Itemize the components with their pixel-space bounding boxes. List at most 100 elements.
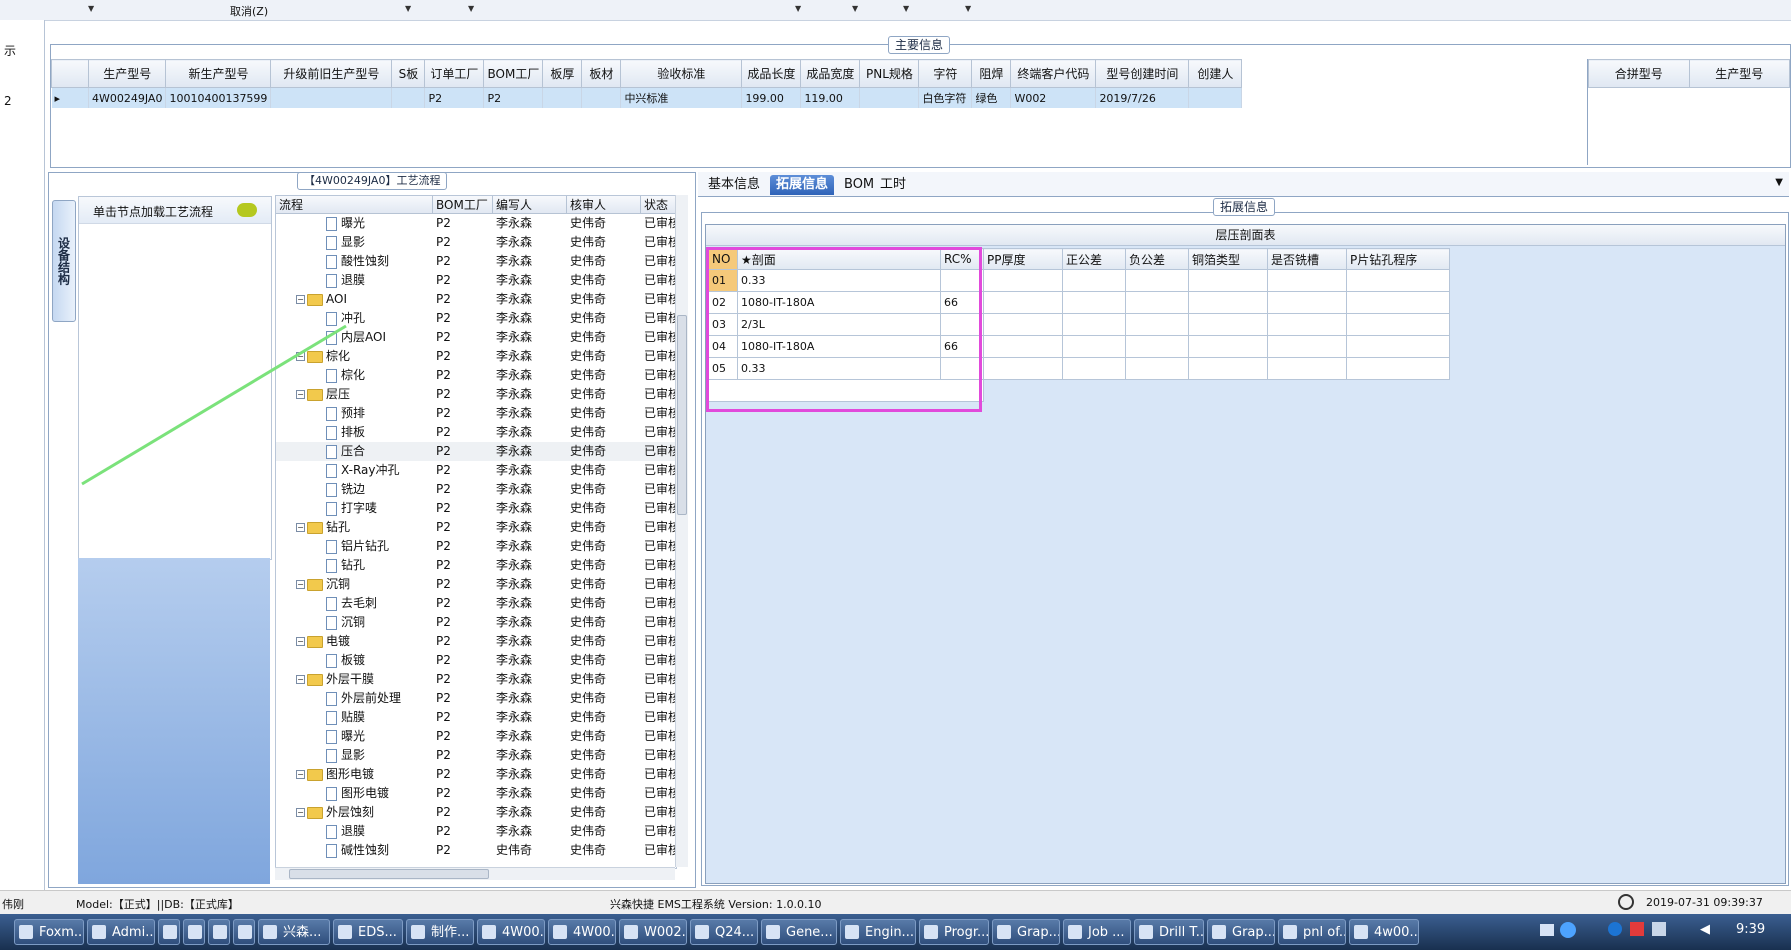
taskbar-item[interactable]: pnl of... xyxy=(1278,919,1346,945)
table-cell[interactable] xyxy=(1267,313,1347,336)
col-header[interactable]: 负公差 xyxy=(1125,248,1189,270)
table-cell[interactable] xyxy=(1267,269,1347,292)
taskbar-clock[interactable]: 9:39 xyxy=(1736,922,1765,937)
table-cell[interactable]: 1080-IT-180A xyxy=(737,291,941,314)
taskbar-item[interactable]: Grap... xyxy=(1207,919,1275,945)
taskbar-item[interactable]: 4w00... xyxy=(1349,919,1419,945)
table-cell[interactable] xyxy=(1346,313,1450,336)
tray-icon[interactable] xyxy=(1540,924,1554,936)
table-cell[interactable]: 66 xyxy=(940,291,984,314)
col-header[interactable]: ★剖面 xyxy=(737,248,941,270)
security-icon[interactable] xyxy=(1630,922,1644,936)
table-cell[interactable] xyxy=(1188,269,1268,292)
col-header[interactable]: P片钻孔程序 xyxy=(1346,248,1450,270)
table-cell[interactable]: 02 xyxy=(708,291,738,314)
taskbar-item[interactable]: Job ... xyxy=(1063,919,1131,945)
table-cell[interactable] xyxy=(1062,335,1126,358)
table-cell[interactable] xyxy=(1125,291,1189,314)
table-cell[interactable] xyxy=(983,313,1063,336)
table-cell[interactable] xyxy=(1188,313,1268,336)
table-cell[interactable] xyxy=(1062,269,1126,292)
taskbar-item[interactable]: Grap... xyxy=(992,919,1060,945)
table-cell[interactable] xyxy=(940,313,984,336)
detail-tabs: 基本信息 拓展信息 BOM 工时 ▼ xyxy=(698,172,1789,197)
table-row[interactable]: 01 0.33 xyxy=(708,269,1450,292)
taskbar-item-label: Grap... xyxy=(1232,925,1275,940)
taskbar-item[interactable]: Admi... xyxy=(87,919,155,945)
table-cell[interactable] xyxy=(983,291,1063,314)
taskbar-item[interactable]: 制作... xyxy=(406,919,474,945)
table-cell[interactable] xyxy=(1346,357,1450,380)
table-cell[interactable] xyxy=(1062,291,1126,314)
taskbar-item[interactable]: 4W00... xyxy=(477,919,545,945)
table-cell[interactable] xyxy=(940,269,984,292)
table-cell[interactable]: 1080-IT-180A xyxy=(737,335,941,358)
col-header[interactable]: 正公差 xyxy=(1062,248,1126,270)
tab-basic-info[interactable]: 基本信息 xyxy=(702,175,766,195)
taskbar-item[interactable]: W002... xyxy=(619,919,687,945)
col-header[interactable]: PP厚度 xyxy=(983,248,1063,270)
taskbar-item-label: Job ... xyxy=(1088,925,1125,940)
table-cell[interactable] xyxy=(983,357,1063,380)
table-row[interactable]: 05 0.33 xyxy=(708,357,1450,380)
col-header[interactable]: 铜箔类型 xyxy=(1188,248,1268,270)
taskbar-item[interactable]: Progr... xyxy=(919,919,989,945)
table-row[interactable]: 02 1080-IT-180A 66 xyxy=(708,291,1450,314)
col-header[interactable]: NO xyxy=(708,248,738,270)
table-cell[interactable] xyxy=(940,357,984,380)
table-row[interactable]: 03 2/3L xyxy=(708,313,1450,336)
table-cell[interactable] xyxy=(1062,357,1126,380)
empty-row[interactable] xyxy=(708,379,984,402)
table-cell[interactable] xyxy=(983,335,1063,358)
taskbar-item[interactable] xyxy=(208,919,230,945)
table-cell[interactable]: 04 xyxy=(708,335,738,358)
taskbar-item[interactable]: Drill T... xyxy=(1134,919,1204,945)
table-cell[interactable] xyxy=(983,269,1063,292)
taskbar-item[interactable]: 兴森... xyxy=(258,919,330,945)
tab-extended-info[interactable]: 拓展信息 xyxy=(770,175,835,195)
table-cell[interactable] xyxy=(1346,291,1450,314)
table-cell[interactable]: 66 xyxy=(940,335,984,358)
volume-icon[interactable]: ◀ xyxy=(1700,922,1710,937)
table-cell[interactable]: 05 xyxy=(708,357,738,380)
taskbar-item[interactable]: Gene... xyxy=(761,919,837,945)
table-cell[interactable] xyxy=(1267,335,1347,358)
taskbar-item-label: Q24... xyxy=(715,925,755,940)
taskbar-item[interactable] xyxy=(158,919,180,945)
taskbar-item[interactable] xyxy=(183,919,205,945)
table-cell[interactable]: 0.33 xyxy=(737,357,941,380)
lamination-section: 层压剖面表 NO ★剖面 RC% PP厚度 正公差 负公差 铜箔类型 是否铣槽 P片钻孔程序 0… xyxy=(705,224,1786,884)
taskbar-item-label: 4W00... xyxy=(502,925,544,940)
table-cell[interactable]: 01 xyxy=(708,269,738,292)
table-cell[interactable]: 2/3L xyxy=(737,313,941,336)
table-cell[interactable] xyxy=(1267,357,1347,380)
table-cell[interactable] xyxy=(1125,335,1189,358)
table-cell[interactable] xyxy=(1346,335,1450,358)
table-cell[interactable]: 0.33 xyxy=(737,269,941,292)
taskbar-item[interactable]: Engin... xyxy=(840,919,916,945)
flag-icon[interactable] xyxy=(1652,922,1666,936)
network-icon[interactable] xyxy=(1608,922,1622,936)
table-cell[interactable] xyxy=(1188,357,1268,380)
table-cell[interactable] xyxy=(1062,313,1126,336)
table-cell[interactable] xyxy=(1346,269,1450,292)
chevron-down-icon[interactable]: ▼ xyxy=(1775,177,1783,188)
taskbar-item[interactable]: Foxm... xyxy=(14,919,84,945)
col-header[interactable]: RC% xyxy=(940,248,984,270)
taskbar-item[interactable] xyxy=(233,919,255,945)
table-cell[interactable] xyxy=(1125,357,1189,380)
help-icon[interactable] xyxy=(1560,922,1576,938)
table-cell[interactable] xyxy=(1188,291,1268,314)
table-cell[interactable]: 03 xyxy=(708,313,738,336)
taskbar-item-label: Gene... xyxy=(786,925,833,940)
taskbar-item[interactable]: 4W00... xyxy=(548,919,616,945)
table-cell[interactable] xyxy=(1125,269,1189,292)
taskbar-item[interactable]: Q24... xyxy=(690,919,758,945)
table-cell[interactable] xyxy=(1125,313,1189,336)
tab-work-hours[interactable]: 工时 xyxy=(874,175,912,195)
table-row[interactable]: 04 1080-IT-180A 66 xyxy=(708,335,1450,358)
table-cell[interactable] xyxy=(1188,335,1268,358)
table-cell[interactable] xyxy=(1267,291,1347,314)
col-header[interactable]: 是否铣槽 xyxy=(1267,248,1347,270)
taskbar-item[interactable]: EDS... xyxy=(333,919,403,945)
